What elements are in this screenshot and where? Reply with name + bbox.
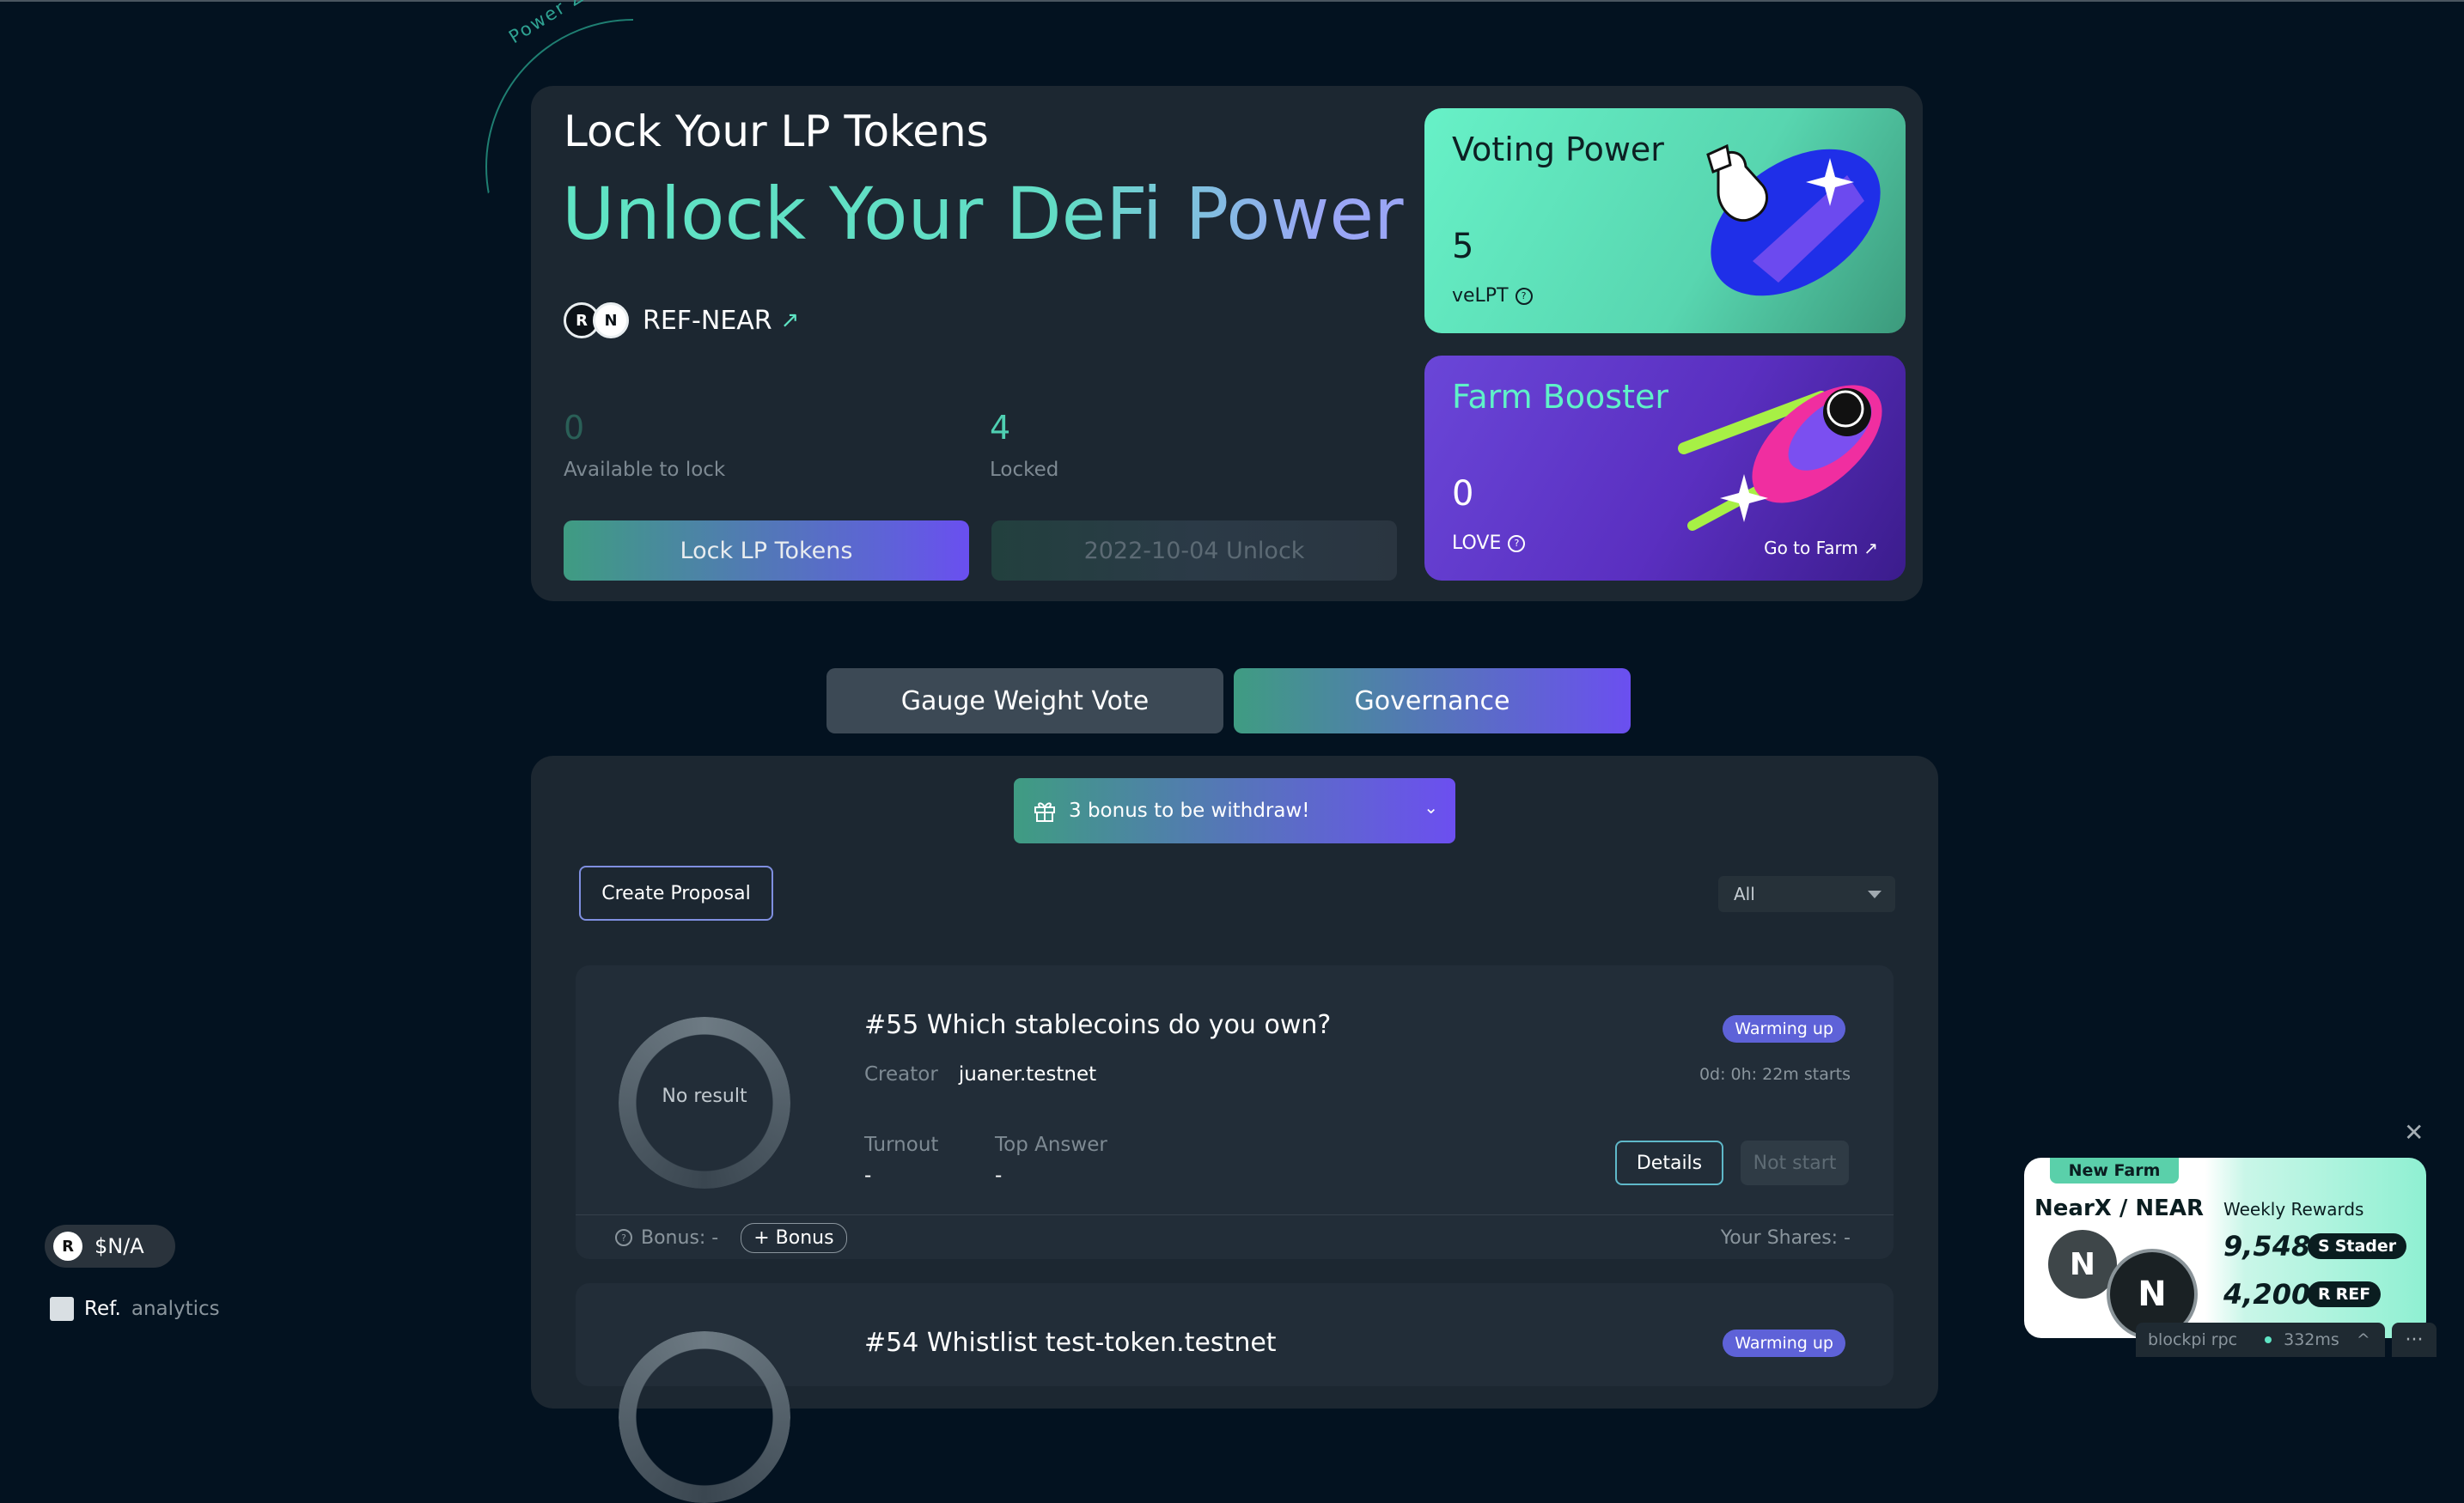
details-button[interactable]: Details bbox=[1615, 1141, 1723, 1185]
status-badge: Warming up bbox=[1723, 1330, 1845, 1357]
ref-price-pill[interactable]: R $N/A bbox=[45, 1225, 175, 1268]
creator-row: Creator juaner.testnet bbox=[864, 1063, 1096, 1086]
status-badge: Warming up bbox=[1723, 1015, 1845, 1043]
farm-booster-value: 0 bbox=[1452, 474, 1474, 514]
proposal-title: #55 Which stablecoins do you own? bbox=[864, 1010, 1332, 1040]
top-answer-value: - bbox=[995, 1165, 1003, 1187]
analytics-word: analytics bbox=[131, 1298, 220, 1320]
top-answer-label: Top Answer bbox=[995, 1134, 1107, 1156]
ref-token-icon: R bbox=[2318, 1285, 2331, 1304]
bonus-text: 3 bonus to be withdraw! bbox=[1069, 800, 1310, 822]
caret-down-icon bbox=[1868, 891, 1882, 898]
filter-value: All bbox=[1734, 884, 1755, 904]
voting-power-title: Voting Power bbox=[1452, 131, 1664, 168]
bonus-label: Bonus: - bbox=[641, 1226, 719, 1249]
proposal-footer: ? Bonus: - + Bonus Your Shares: - bbox=[576, 1214, 1894, 1260]
bonus-info: ? Bonus: - bbox=[615, 1227, 718, 1249]
voting-power-unit-label: veLPT bbox=[1452, 285, 1509, 307]
result-donut bbox=[619, 1331, 790, 1503]
pool-link[interactable]: R N REF-NEAR ↗ bbox=[564, 302, 799, 338]
no-result-label: No result bbox=[662, 1086, 747, 1107]
hero-title: Lock Your LP Tokens bbox=[564, 106, 989, 156]
creator-name: juaner.testnet bbox=[958, 1063, 1097, 1086]
farm-booster-card: Farm Booster 0 LOVE ? Go to Farm ↗ bbox=[1424, 356, 1906, 581]
rpc-name: blockpi rpc bbox=[2148, 1330, 2238, 1349]
help-icon[interactable]: ? bbox=[615, 1229, 632, 1246]
countdown: 0d: 0h: 22m starts bbox=[1699, 1065, 1851, 1084]
reward-token-name: REF bbox=[2335, 1285, 2371, 1304]
rpc-selector[interactable]: blockpi rpc 332ms ^ bbox=[2136, 1323, 2385, 1357]
rocket-illustration bbox=[1678, 385, 1882, 531]
help-icon[interactable]: ? bbox=[1515, 287, 1533, 305]
add-bonus-button[interactable]: + Bonus bbox=[741, 1222, 847, 1253]
hero-subtitle: Unlock Your DeFi Power bbox=[562, 172, 1404, 256]
ref-price: $N/A bbox=[95, 1234, 144, 1258]
farm-booster-unit-label: LOVE bbox=[1452, 532, 1502, 554]
reward-amount: 4,200 bbox=[2223, 1278, 2311, 1311]
status-dot-icon bbox=[2265, 1336, 2272, 1343]
external-link-icon: ↗ bbox=[780, 307, 800, 333]
reward-amount: 9,548 bbox=[2223, 1230, 2311, 1263]
locked-label: Locked bbox=[990, 459, 1059, 481]
new-farm-promo[interactable]: New Farm NearX / NEAR N N Weekly Rewards… bbox=[2024, 1158, 2426, 1338]
chevron-down-icon: ⌄ bbox=[1424, 797, 1438, 818]
farm-booster-title: Farm Booster bbox=[1452, 378, 1668, 416]
more-icon[interactable]: ··· bbox=[2392, 1323, 2437, 1357]
voting-power-value: 5 bbox=[1452, 227, 1474, 266]
top-answer-stat: Top Answer - bbox=[995, 1134, 1107, 1187]
analytics-logo-icon bbox=[50, 1297, 74, 1321]
rock-hand-illustration bbox=[1706, 143, 1881, 296]
turnout-label: Turnout bbox=[864, 1134, 939, 1156]
reward-token: R REF bbox=[2308, 1281, 2382, 1307]
proposal-filter-select[interactable]: All bbox=[1718, 876, 1895, 912]
create-proposal-button[interactable]: Create Proposal bbox=[579, 866, 773, 921]
lock-lp-button[interactable]: Lock LP Tokens bbox=[564, 520, 969, 581]
reward-token-name: Stader bbox=[2334, 1237, 2397, 1256]
proposal-card: No result #55 Which stablecoins do you o… bbox=[576, 965, 1894, 1259]
locked-stat: 4 Locked bbox=[990, 409, 1058, 481]
ref-logo-icon: R bbox=[53, 1232, 82, 1261]
chevron-up-icon: ^ bbox=[2356, 1330, 2370, 1349]
promo-pair: NearX / NEAR bbox=[2034, 1196, 2205, 1221]
turnout-value: - bbox=[864, 1165, 872, 1187]
proposal-title: #54 Whistlist test-token.testnet bbox=[864, 1328, 1277, 1358]
voting-power-card: Voting Power 5 veLPT ? bbox=[1424, 108, 1906, 333]
help-icon[interactable]: ? bbox=[1508, 534, 1526, 552]
tab-gauge-weight-vote[interactable]: Gauge Weight Vote bbox=[826, 668, 1223, 733]
weekly-rewards-label: Weekly Rewards bbox=[2223, 1199, 2364, 1220]
analytics-brand: Ref. bbox=[84, 1298, 121, 1320]
ref-analytics-link[interactable]: Ref. analytics bbox=[50, 1297, 220, 1321]
unlock-button[interactable]: 2022-10-04 Unlock bbox=[991, 520, 1397, 581]
creator-label: Creator bbox=[864, 1063, 938, 1086]
available-value: 0 bbox=[564, 409, 585, 447]
new-farm-tag: New Farm bbox=[2050, 1158, 2179, 1184]
available-label: Available to lock bbox=[564, 459, 726, 481]
available-stat: 0 Available to lock bbox=[564, 409, 725, 481]
voting-power-unit: veLPT ? bbox=[1452, 285, 1533, 307]
reward-token: S Stader bbox=[2308, 1233, 2407, 1259]
rpc-latency: 332ms bbox=[2284, 1330, 2339, 1349]
top-border bbox=[0, 0, 2464, 2]
farm-booster-unit: LOVE ? bbox=[1452, 532, 1526, 554]
proposal-card: #54 Whistlist test-token.testnet Warming… bbox=[576, 1283, 1894, 1503]
turnout-stat: Turnout - bbox=[864, 1134, 938, 1187]
gift-icon bbox=[1034, 802, 1055, 822]
your-shares: Your Shares: - bbox=[1720, 1226, 1851, 1249]
tab-governance[interactable]: Governance bbox=[1234, 668, 1631, 733]
not-start-button[interactable]: Not start bbox=[1741, 1141, 1849, 1185]
go-to-farm-link[interactable]: Go to Farm ↗ bbox=[1764, 538, 1878, 558]
bonus-withdraw-dropdown[interactable]: 3 bonus to be withdraw! ⌄ bbox=[1014, 778, 1455, 843]
stader-token-icon: S bbox=[2318, 1237, 2330, 1256]
pool-name: REF-NEAR bbox=[643, 305, 772, 336]
close-icon[interactable]: ✕ bbox=[2404, 1118, 2424, 1147]
near-token-icon: N bbox=[593, 302, 629, 338]
locked-value: 4 bbox=[990, 409, 1011, 447]
